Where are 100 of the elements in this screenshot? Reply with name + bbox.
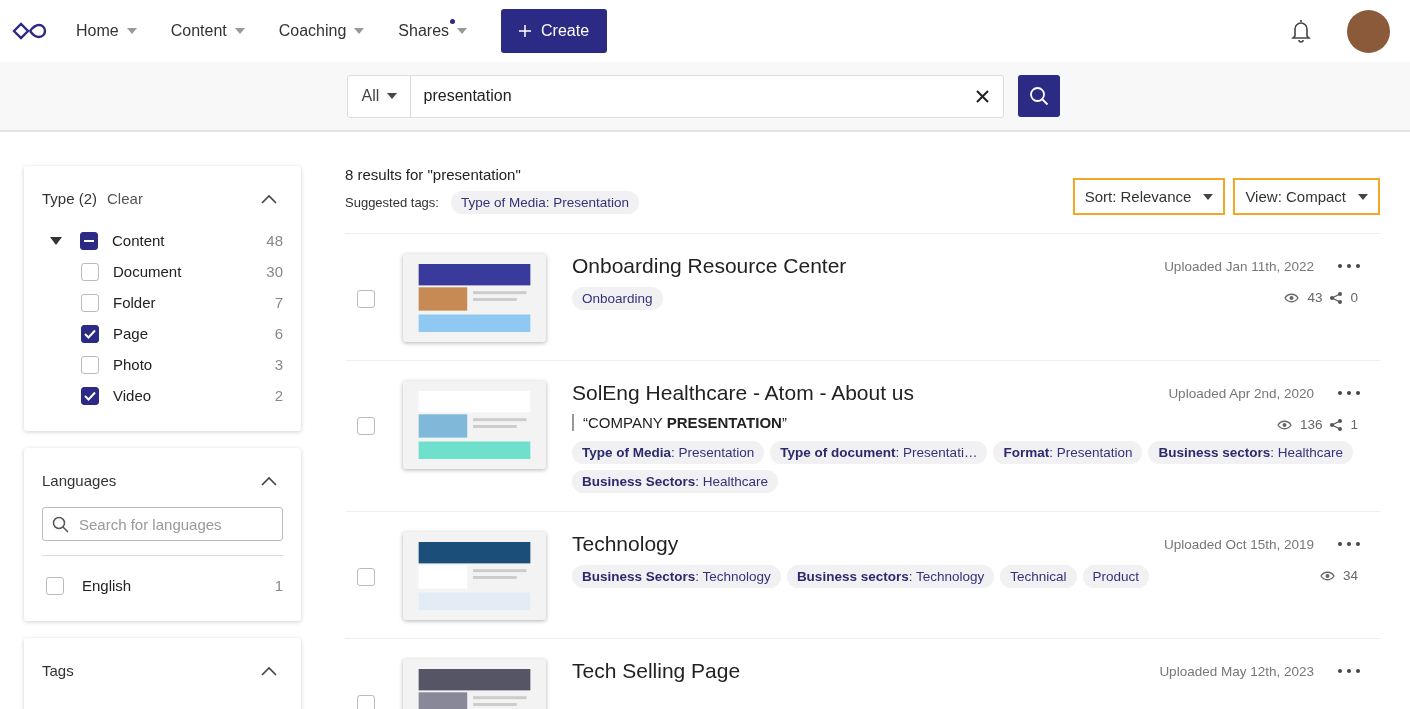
- upload-date: Uploaded Jan 11th, 2022: [1164, 258, 1314, 274]
- results-summary: 8 results for "presentation": [345, 166, 522, 183]
- filter-count: 6: [274, 325, 283, 342]
- close-icon: [976, 89, 989, 103]
- view-count: 43: [1307, 290, 1323, 305]
- caret-icon: [1203, 193, 1214, 200]
- upload-date: Uploaded Oct 15th, 2019: [1163, 536, 1314, 552]
- checkbox[interactable]: [46, 576, 64, 595]
- result-title[interactable]: Technology: [572, 532, 1164, 556]
- chevron-up-icon: [261, 475, 277, 486]
- caret-icon: [457, 28, 468, 34]
- share-count: 1: [1350, 417, 1358, 432]
- filter-label: English: [82, 577, 133, 594]
- view-dropdown[interactable]: View: Compact: [1233, 178, 1380, 215]
- share-icon: [1330, 418, 1343, 431]
- more-button[interactable]: [1338, 391, 1360, 395]
- nav-menu[interactable]: Content: [170, 22, 245, 40]
- filter-label: Video: [113, 387, 153, 404]
- checkbox[interactable]: [357, 695, 375, 709]
- tag[interactable]: Business Sectors: Technology: [572, 565, 781, 588]
- more-icon: [1338, 542, 1360, 546]
- quote-text: “COMPANY PRESENTATION”: [572, 414, 1265, 431]
- checkbox[interactable]: [81, 355, 99, 374]
- chevron-up-icon: [261, 193, 277, 204]
- tag[interactable]: Technical: [1000, 565, 1077, 588]
- more-icon: [1338, 669, 1360, 673]
- filter-count: 1: [274, 577, 283, 594]
- nav-menu[interactable]: Home: [76, 22, 137, 40]
- plus-icon: [519, 25, 532, 37]
- caret-icon: [354, 28, 365, 34]
- upload-date: Uploaded Apr 2nd, 2020: [1168, 385, 1314, 401]
- eye-icon: [1276, 419, 1292, 430]
- bell-icon[interactable]: [1291, 19, 1311, 43]
- tag[interactable]: Type of document: Presentati…: [770, 441, 988, 464]
- search-button[interactable]: [1017, 75, 1060, 117]
- scope-dropdown[interactable]: All: [347, 75, 411, 117]
- result-title[interactable]: Onboarding Resource Center: [572, 254, 1165, 278]
- more-button[interactable]: [1338, 542, 1360, 546]
- tag[interactable]: Business sectors: Technology: [786, 565, 995, 588]
- filter-count: 3: [274, 356, 283, 373]
- view-count: 34: [1342, 568, 1358, 583]
- filter-title: Tags: [42, 662, 74, 679]
- checkbox[interactable]: [81, 293, 99, 312]
- check-icon: [84, 390, 96, 401]
- more-icon: [1338, 391, 1360, 395]
- filter-label: Photo: [113, 356, 154, 373]
- minus-icon: [84, 239, 94, 242]
- search-field[interactable]: All presentation: [346, 74, 1004, 118]
- result-title[interactable]: Tech Selling Page: [572, 659, 1160, 683]
- share-count: 0: [1350, 290, 1358, 305]
- filter-label: Page: [113, 325, 150, 342]
- create-button[interactable]: Create: [501, 9, 608, 53]
- more-icon: [1338, 264, 1360, 268]
- checkbox[interactable]: [81, 386, 99, 405]
- tag[interactable]: Product: [1082, 565, 1150, 588]
- filter-count: 7: [274, 294, 283, 311]
- eye-icon: [1319, 570, 1335, 581]
- checkbox[interactable]: [357, 568, 375, 586]
- suggested-tag[interactable]: Type of Media: Presentation: [450, 191, 640, 214]
- checkbox[interactable]: [80, 231, 98, 250]
- caret-icon: [1358, 193, 1368, 200]
- suggested-tags-label: Suggested tags:: [345, 195, 439, 210]
- tag[interactable]: Onboarding: [572, 287, 663, 310]
- nav-menu[interactable]: Coaching: [278, 22, 365, 40]
- thumbnail[interactable]: [403, 254, 546, 342]
- filter-title: Languages: [42, 472, 117, 489]
- eye-icon: [1284, 292, 1300, 303]
- thumbnail[interactable]: [403, 381, 546, 469]
- thumbnail[interactable]: [403, 532, 546, 620]
- tag[interactable]: Business sectors: Healthcare: [1148, 441, 1354, 464]
- filter-count: 2: [274, 387, 283, 404]
- check-icon: [84, 328, 96, 339]
- tag[interactable]: Type of Media: Presentation: [572, 441, 765, 464]
- checkbox[interactable]: [81, 324, 99, 343]
- nav-menu[interactable]: Shares: [398, 22, 468, 40]
- logo-icon[interactable]: [12, 21, 48, 41]
- language-search-field[interactable]: Search for languages: [42, 507, 283, 541]
- caret-icon: [387, 93, 398, 99]
- filter-title: Type (2): [42, 190, 98, 207]
- caret-icon: [126, 28, 137, 34]
- more-button[interactable]: [1338, 669, 1360, 673]
- caret-icon: [234, 28, 245, 34]
- upload-date: Uploaded May 12th, 2023: [1159, 663, 1314, 679]
- tag[interactable]: Business Sectors: Healthcare: [572, 470, 779, 493]
- avatar[interactable]: [1347, 9, 1390, 53]
- clear-link[interactable]: Clear: [107, 190, 143, 207]
- filter-count: 48: [266, 232, 283, 249]
- checkbox[interactable]: [357, 417, 375, 435]
- more-button[interactable]: [1338, 264, 1360, 268]
- filter-count: 30: [266, 263, 283, 280]
- expand-caret-icon[interactable]: [50, 236, 62, 245]
- checkbox[interactable]: [357, 290, 375, 308]
- tag[interactable]: Format: Presentation: [993, 441, 1143, 464]
- search-icon: [1028, 86, 1049, 106]
- chevron-up-icon: [261, 665, 277, 676]
- sort-dropdown[interactable]: Sort: Relevance: [1072, 178, 1226, 215]
- result-title[interactable]: SolEng Healthcare - Atom - About us: [572, 381, 1169, 405]
- filter-label: Folder: [113, 294, 157, 311]
- checkbox[interactable]: [81, 262, 99, 281]
- view-count: 136: [1299, 417, 1323, 432]
